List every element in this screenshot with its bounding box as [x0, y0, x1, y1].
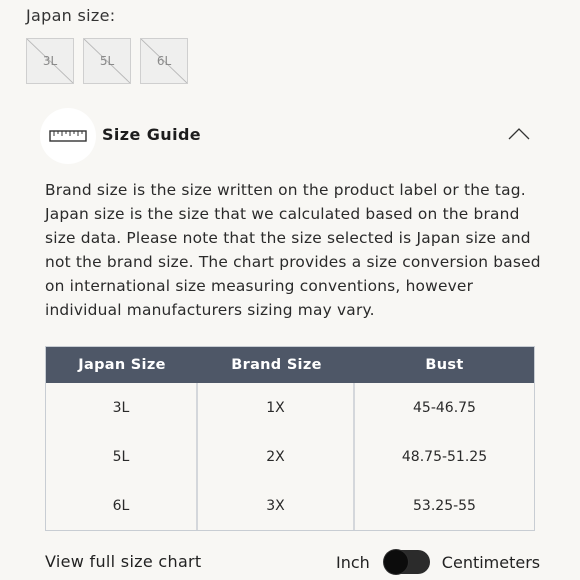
size-guide-description: Brand size is the size written on the pr…	[45, 178, 545, 322]
size-option-label: 6L	[156, 54, 172, 68]
size-option-label: 5L	[99, 54, 115, 68]
description-line: individual manufacturers sizing may vary…	[45, 301, 375, 319]
table-row: 3L 1X 45-46.75	[46, 383, 534, 432]
size-table: Japan Size Brand Size Bust 3L 1X 45-46.7…	[45, 346, 535, 531]
size-option-6l[interactable]: 6L	[140, 38, 188, 84]
description-line: not the brand size. The chart provides a…	[45, 253, 541, 271]
table-cell: 3L	[46, 383, 198, 432]
ruler-icon	[49, 130, 87, 142]
unit-label-inch[interactable]: Inch	[336, 553, 370, 572]
description-line: size data. Please note that the size sel…	[45, 229, 531, 247]
table-cell: 1X	[198, 383, 355, 432]
size-option-label: 3L	[42, 54, 58, 68]
table-row: 5L 2X 48.75-51.25	[46, 432, 534, 481]
description-line: Japan size is the size that we calculate…	[45, 205, 520, 223]
table-cell: 45-46.75	[413, 399, 476, 416]
unit-toggle: Inch Centimeters	[336, 550, 540, 574]
size-guide-header[interactable]: Size Guide	[40, 108, 540, 164]
unit-switch[interactable]	[383, 550, 430, 574]
ruler-icon-wrap	[40, 108, 96, 164]
description-line: Brand size is the size written on the pr…	[45, 181, 526, 199]
view-full-size-chart-link[interactable]: View full size chart	[45, 552, 202, 571]
switch-knob	[383, 550, 408, 574]
table-cell: 3X	[198, 481, 355, 530]
table-cell: 48.75-51.25	[401, 448, 488, 465]
description-line: on international size measuring conventi…	[45, 277, 474, 295]
chevron-up-icon[interactable]	[507, 126, 531, 142]
japan-size-label: Japan size:	[26, 6, 116, 25]
size-option-3l[interactable]: 3L	[26, 38, 74, 84]
table-cell: 6L	[46, 481, 198, 530]
table-row: 6L 3X 53.25-55	[46, 481, 534, 530]
size-guide-title: Size Guide	[102, 125, 202, 144]
column-header-brand-size: Brand Size	[231, 357, 322, 373]
table-header: Japan Size Brand Size Bust	[46, 347, 534, 383]
japan-size-options: 3L 5L 6L	[26, 38, 188, 84]
column-header-bust: Bust	[425, 357, 464, 373]
unit-label-centimeters[interactable]: Centimeters	[442, 553, 540, 572]
table-cell: 5L	[46, 432, 198, 481]
size-option-5l[interactable]: 5L	[83, 38, 131, 84]
table-cell: 2X	[198, 432, 355, 481]
column-header-japan-size: Japan Size	[78, 357, 166, 373]
table-cell: 53.25-55	[413, 497, 476, 514]
